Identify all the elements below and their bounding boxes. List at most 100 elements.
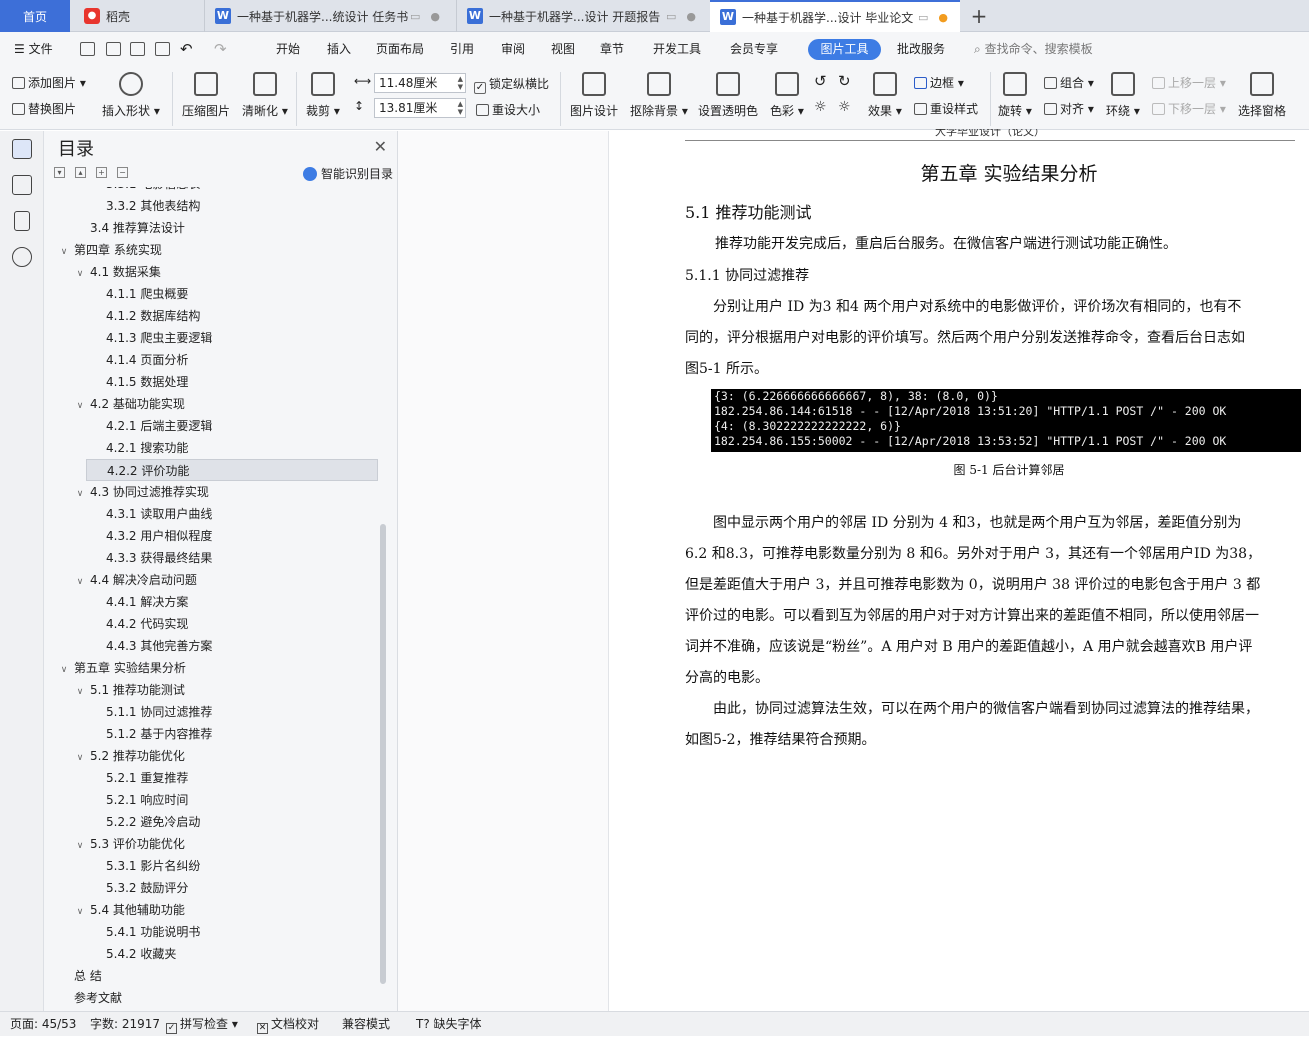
- toc-item[interactable]: 5.2.2 避免冷启动: [44, 811, 384, 833]
- remove-bg-button[interactable]: 抠除背景 ▾: [630, 72, 688, 119]
- tab-home[interactable]: 首页: [0, 0, 70, 32]
- menu-reference[interactable]: 引用: [450, 32, 474, 66]
- monitor-icon[interactable]: ▭: [918, 11, 928, 24]
- rotate-right-icon[interactable]: ↻: [838, 72, 851, 90]
- menu-approval[interactable]: 批改服务: [897, 32, 945, 66]
- toc-item[interactable]: 3.3.1 电影信息表: [44, 187, 384, 195]
- toc-item[interactable]: ∨ 4.4 解决冷启动问题: [44, 569, 384, 591]
- toc-item[interactable]: 5.1.1 协同过滤推荐: [44, 701, 384, 723]
- insert-shape-button[interactable]: 插入形状 ▾: [102, 72, 160, 119]
- menu-view[interactable]: 视图: [551, 32, 575, 66]
- chevron-down-icon[interactable]: ∨: [58, 659, 70, 681]
- menu-vip[interactable]: 会员专享: [730, 32, 778, 66]
- toc-item[interactable]: 4.1.2 数据库结构: [44, 305, 384, 327]
- collapse-icon[interactable]: ▾: [54, 167, 65, 178]
- add-picture-button[interactable]: 添加图片 ▾: [12, 74, 86, 91]
- width-spinner[interactable]: ▲ ▼: [458, 75, 463, 91]
- toc-item[interactable]: 4.2.2 评价功能: [86, 459, 378, 481]
- print-icon[interactable]: [130, 42, 145, 56]
- doc-proof-button[interactable]: ✕ 文档校对: [257, 1012, 319, 1037]
- toc-item[interactable]: 4.1.3 爬虫主要逻辑: [44, 327, 384, 349]
- toc-item[interactable]: ∨ 第四章 系统实现: [44, 239, 384, 261]
- crop-button[interactable]: 裁剪 ▾: [306, 72, 340, 119]
- dot-icon[interactable]: ●: [430, 10, 440, 23]
- lock-ratio-checkbox[interactable]: ✓ 锁定纵横比: [474, 75, 549, 94]
- compat-mode[interactable]: 兼容模式: [342, 1012, 390, 1037]
- menu-insert[interactable]: 插入: [327, 32, 351, 66]
- height-input[interactable]: 13.81厘米 ▲ ▼: [374, 98, 466, 118]
- remove-heading-icon[interactable]: −: [117, 167, 128, 178]
- toc-panel-icon[interactable]: [12, 139, 32, 159]
- menu-start[interactable]: 开始: [276, 32, 300, 66]
- chapter-panel-icon[interactable]: [12, 175, 32, 195]
- toc-item[interactable]: 5.4.1 功能说明书: [44, 921, 384, 943]
- print-preview-icon[interactable]: [155, 42, 170, 56]
- toc-item[interactable]: ∨ 5.4 其他辅助功能: [44, 899, 384, 921]
- toc-item[interactable]: 5.1.2 基于内容推荐: [44, 723, 384, 745]
- reset-style-button[interactable]: 重设样式: [914, 100, 978, 117]
- terminal-screenshot[interactable]: {3: (6.226666666666667, 8), 38: (8.0, 0)…: [711, 389, 1301, 452]
- toc-item[interactable]: 4.2.1 后端主要逻辑: [44, 415, 384, 437]
- brightness-down-icon[interactable]: ☼: [838, 99, 851, 115]
- add-heading-icon[interactable]: +: [96, 167, 107, 178]
- chevron-down-icon[interactable]: ∨: [58, 241, 70, 263]
- toc-item[interactable]: 5.3.1 影片名纠纷: [44, 855, 384, 877]
- bring-forward-button[interactable]: 上移一层 ▾: [1152, 74, 1226, 91]
- undo-icon[interactable]: ↶: [180, 32, 193, 66]
- toc-item[interactable]: 4.3.3 获得最终结果: [44, 547, 384, 569]
- toc-item[interactable]: 总 结: [44, 965, 384, 987]
- rotate-button[interactable]: 旋转 ▾: [998, 72, 1032, 119]
- toc-item[interactable]: 3.3.2 其他表结构: [44, 195, 384, 217]
- toc-item[interactable]: ∨ 第五章 实验结果分析: [44, 657, 384, 679]
- chevron-down-icon[interactable]: ∨: [74, 901, 86, 923]
- toc-item[interactable]: ∨ 5.1 推荐功能测试: [44, 679, 384, 701]
- spell-check-button[interactable]: ✓ 拼写检查 ▾: [166, 1012, 238, 1037]
- export-pdf-icon[interactable]: [106, 42, 121, 56]
- redo-icon[interactable]: ↷: [214, 32, 227, 66]
- word-count[interactable]: 字数: 21917: [90, 1012, 160, 1037]
- chevron-down-icon[interactable]: ∨: [74, 483, 86, 505]
- toc-item[interactable]: 5.2.1 响应时间: [44, 789, 384, 811]
- search-panel-icon[interactable]: [12, 247, 32, 267]
- border-button[interactable]: 边框 ▾: [914, 74, 964, 91]
- toc-item[interactable]: 4.1.4 页面分析: [44, 349, 384, 371]
- tab-doc-taskbook[interactable]: W 一种基于机器学...统设计 任务书 ▭ ●: [204, 0, 452, 32]
- effects-button[interactable]: 效果 ▾: [868, 72, 902, 119]
- smart-toc-button[interactable]: 智能识别目录: [302, 165, 393, 182]
- menu-layout[interactable]: 页面布局: [376, 32, 424, 66]
- monitor-icon[interactable]: ▭: [666, 10, 676, 23]
- chevron-down-icon[interactable]: ∨: [74, 681, 86, 703]
- align-button[interactable]: 对齐 ▾: [1044, 100, 1094, 117]
- toc-item[interactable]: 参考文献: [44, 987, 384, 1007]
- missing-font-button[interactable]: T? 缺失字体: [416, 1012, 482, 1037]
- reset-size-button[interactable]: 重设大小: [476, 101, 540, 118]
- chevron-down-icon[interactable]: ∨: [74, 395, 86, 417]
- compress-button[interactable]: 压缩图片: [182, 72, 230, 119]
- toc-item[interactable]: 4.4.2 代码实现: [44, 613, 384, 635]
- brightness-up-icon[interactable]: ☼: [814, 99, 827, 115]
- command-search[interactable]: ⌕ 查找命令、搜索模板: [974, 32, 1093, 66]
- toc-item[interactable]: 4.2.1 搜索功能: [44, 437, 384, 459]
- save-icon[interactable]: [80, 42, 95, 56]
- transparency-button[interactable]: 设置透明色: [698, 72, 758, 119]
- toc-item[interactable]: 5.4.2 收藏夹: [44, 943, 384, 965]
- unsaved-dot-icon[interactable]: ●: [938, 11, 948, 24]
- wrap-button[interactable]: 环绕 ▾: [1106, 72, 1140, 119]
- dot-icon[interactable]: ●: [686, 10, 696, 23]
- tab-doc-thesis[interactable]: W 一种基于机器学...设计 毕业论文 ▭ ●: [710, 0, 960, 32]
- chevron-down-icon[interactable]: ∨: [74, 835, 86, 857]
- toc-item[interactable]: 4.3.1 读取用户曲线: [44, 503, 384, 525]
- bookmark-icon[interactable]: [14, 211, 30, 231]
- toc-item[interactable]: 4.1.5 数据处理: [44, 371, 384, 393]
- chevron-down-icon[interactable]: ∨: [74, 263, 86, 285]
- menu-devtools[interactable]: 开发工具: [653, 32, 701, 66]
- toc-item[interactable]: ∨ 4.1 数据采集: [44, 261, 384, 283]
- color-button[interactable]: 色彩 ▾: [770, 72, 804, 119]
- monitor-icon[interactable]: ▭: [410, 10, 420, 23]
- tab-doc-proposal[interactable]: W 一种基于机器学...设计 开题报告 ▭ ●: [456, 0, 708, 32]
- document-page[interactable]: 大学毕业设计（论文） 第五章 实验结果分析 5.1 推荐功能测试 推荐功能开发完…: [608, 129, 1309, 1011]
- toc-item[interactable]: 4.4.3 其他完善方案: [44, 635, 384, 657]
- clarify-button[interactable]: 清晰化 ▾: [242, 72, 288, 119]
- toc-item[interactable]: 5.2.1 重复推荐: [44, 767, 384, 789]
- menu-review[interactable]: 审阅: [501, 32, 525, 66]
